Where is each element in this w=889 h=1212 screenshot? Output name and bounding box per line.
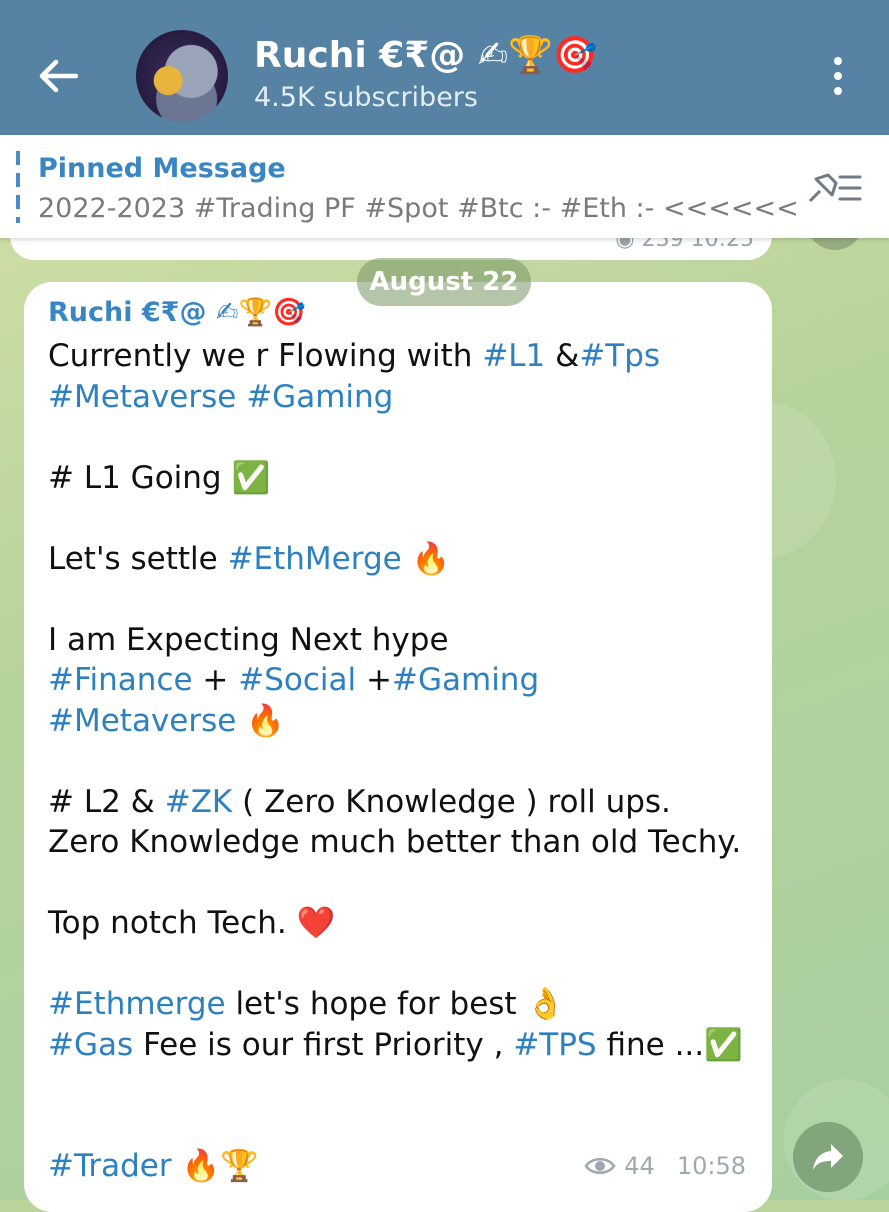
hashtag-link[interactable]: #Finance <box>48 662 193 698</box>
message-line <box>48 579 748 620</box>
message-line: #Ethmerge let's hope for best 👌 <box>48 984 748 1025</box>
hashtag-link[interactable]: #Ethmerge <box>48 986 226 1022</box>
hashtag-link[interactable]: #Gaming <box>392 662 539 698</box>
message-line: Top notch Tech. ❤️ <box>48 903 748 944</box>
message-text: Currently we r Flowing with #L1 &#Tps #Me… <box>48 336 748 1187</box>
hashtag-link[interactable]: #Social <box>238 662 356 698</box>
message-text-segment: + <box>356 662 392 698</box>
message-line <box>48 944 748 985</box>
arrow-left-icon <box>39 59 78 93</box>
message-sender[interactable]: Ruchi €₹@ ✍🏆🎯 <box>48 296 306 328</box>
message-time: 10:58 <box>676 1152 746 1180</box>
message-text-segment: # L2 & <box>48 783 165 820</box>
message-line: #Metaverse #Gaming <box>48 377 748 418</box>
message-text-segment: Top notch Tech. ❤️ <box>48 905 336 941</box>
subscriber-count: 4.5K subscribers <box>254 82 478 113</box>
message-line: Zero Knowledge much better than old Tech… <box>48 822 748 863</box>
message-line <box>48 1106 748 1147</box>
pinned-preview: 2022-2023 #Trading PF #Spot #Btc :- #Eth… <box>38 193 798 224</box>
channel-title[interactable]: Ruchi €₹@ ✍🏆🎯 <box>254 34 598 76</box>
message-line: I am Expecting Next hype <box>48 620 748 661</box>
hashtag-link[interactable]: #EthMerge <box>228 541 402 577</box>
message-line <box>48 741 748 782</box>
message-line: # L2 & #ZK ( Zero Knowledge ) roll ups. <box>48 782 748 823</box>
message-line <box>48 1065 748 1106</box>
message-text-segment: 🔥 <box>401 540 451 577</box>
message-text-segment: Currently we r Flowing with <box>48 338 483 374</box>
view-count: 44 <box>624 1152 655 1180</box>
message-text-segment: + <box>192 662 239 698</box>
share-button[interactable] <box>793 1122 863 1192</box>
hashtag-link[interactable]: #Metaverse <box>48 703 236 739</box>
hashtag-link[interactable]: #Gaming <box>246 379 393 415</box>
message-line: #Gas Fee is our first Priority , #TPS fi… <box>48 1025 748 1066</box>
message-text-segment: let's hope for best 👌 <box>225 986 566 1022</box>
message-bubble[interactable]: Ruchi €₹@ ✍🏆🎯 Currently we r Flowing wit… <box>24 282 772 1212</box>
avatar[interactable] <box>136 30 228 122</box>
message-line <box>48 498 748 539</box>
share-arrow-icon <box>813 1144 843 1170</box>
message-text-segment: & <box>545 338 580 374</box>
message-text-segment <box>236 379 246 415</box>
message-meta: 44 10:58 <box>584 1152 746 1180</box>
date-separator: August 22 <box>357 258 531 306</box>
top-bar: Ruchi €₹@ ✍🏆🎯 4.5K subscribers <box>0 0 889 135</box>
message-text-segment: Fee is our first Priority , <box>133 1026 514 1063</box>
message-line <box>48 417 748 458</box>
message-text-segment: ( Zero Knowledge ) roll ups. <box>232 783 671 820</box>
pinned-message-bar[interactable]: Pinned Message 2022-2023 #Trading PF #Sp… <box>0 135 889 238</box>
message-text-segment: fine ...✅ <box>596 1026 743 1063</box>
hashtag-link[interactable]: #TPS <box>513 1027 596 1063</box>
hashtag-link[interactable]: #Metaverse <box>48 379 236 415</box>
hashtag-link[interactable]: #Trader <box>48 1148 172 1184</box>
more-menu-button[interactable] <box>816 48 860 104</box>
pin-list-icon[interactable] <box>806 171 862 205</box>
eye-icon <box>584 1158 616 1174</box>
hashtag-link[interactable]: #ZK <box>165 784 233 820</box>
message-line <box>48 863 748 904</box>
message-line: Let's settle #EthMerge 🔥 <box>48 539 748 580</box>
message-line: # L1 Going ✅ <box>48 458 748 499</box>
message-text-segment: Zero Knowledge much better than old Tech… <box>48 824 742 860</box>
hashtag-link[interactable]: #Gas <box>48 1027 133 1063</box>
hashtag-link[interactable]: #L1 <box>482 338 545 374</box>
message-text-segment: I am Expecting Next hype <box>48 621 449 658</box>
message-line: Currently we r Flowing with #L1 &#Tps <box>48 336 748 377</box>
message-text-segment: 🔥 <box>236 702 285 739</box>
back-button[interactable] <box>30 48 86 104</box>
pinned-title: Pinned Message <box>38 153 286 184</box>
message-text-segment: Let's settle <box>48 540 228 577</box>
pinned-indicator <box>16 151 20 223</box>
message-text-segment: 🔥🏆 <box>171 1148 259 1184</box>
hashtag-link[interactable]: #Tps <box>579 338 660 374</box>
message-line: #Finance + #Social +#Gaming <box>48 660 748 701</box>
more-vertical-icon <box>834 57 842 65</box>
message-line: #Metaverse 🔥 <box>48 701 748 742</box>
message-text-segment: # L1 Going ✅ <box>48 459 271 496</box>
